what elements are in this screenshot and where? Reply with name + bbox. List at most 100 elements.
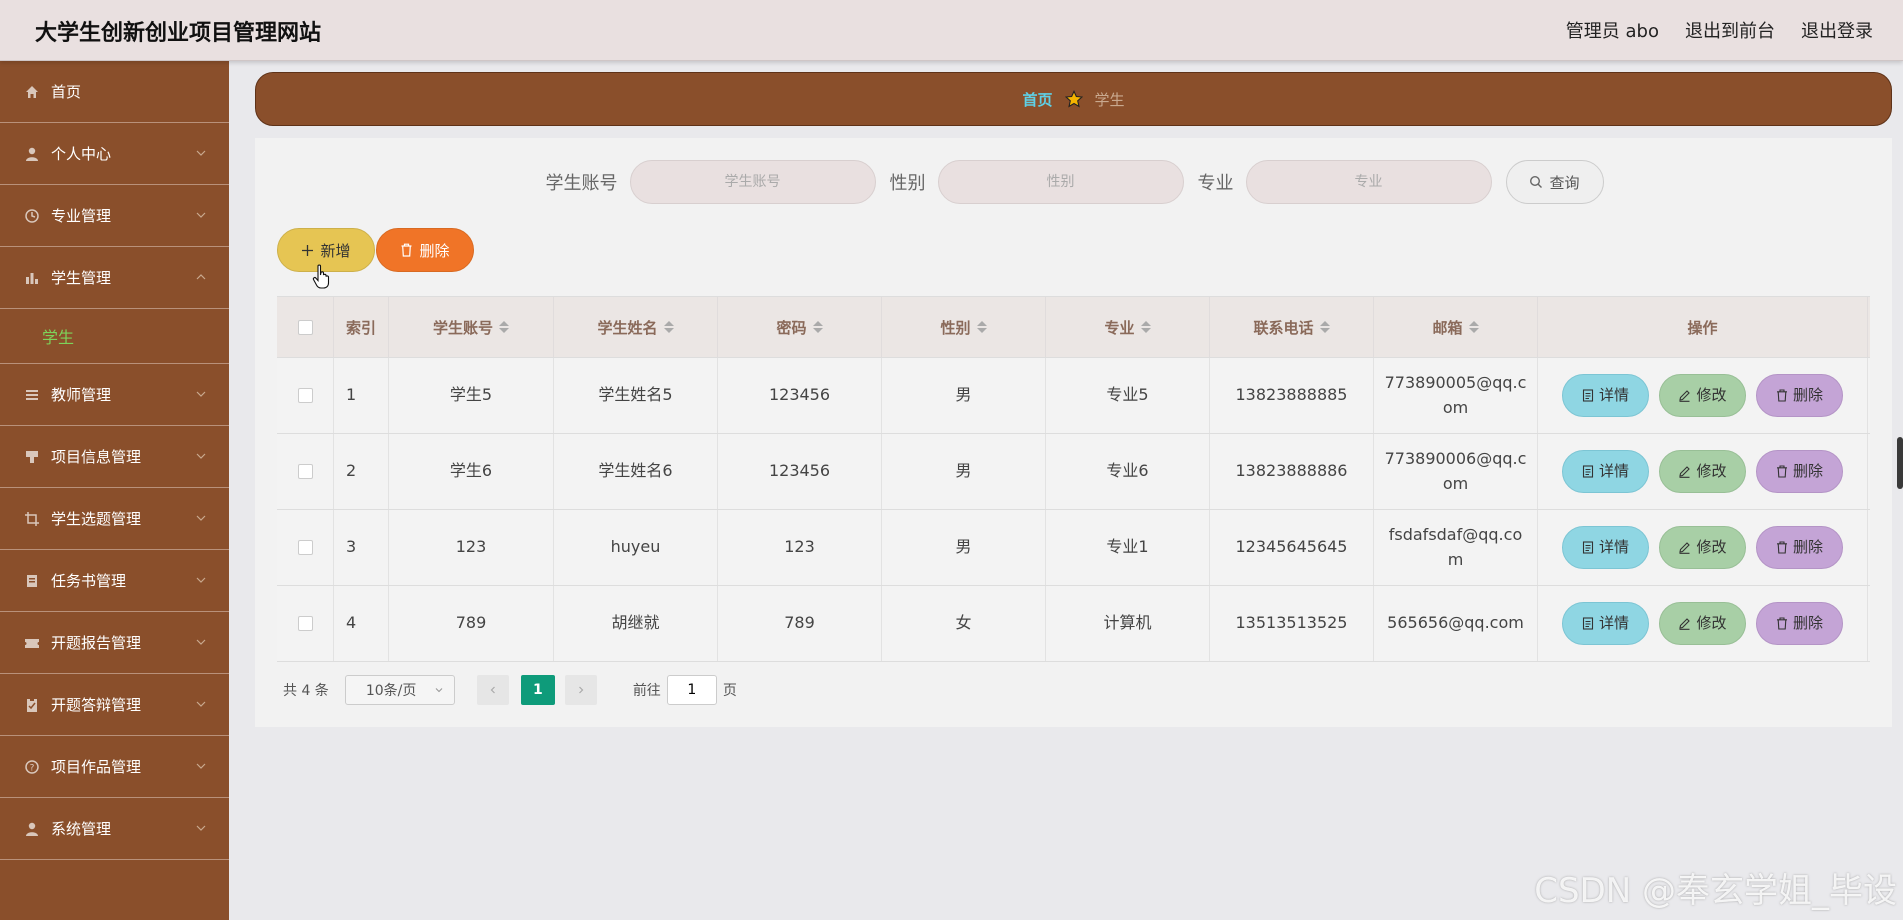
sort-icon[interactable] (1140, 321, 1151, 333)
plus-icon (302, 244, 314, 256)
page-size-select[interactable]: 10条/页 (344, 675, 455, 705)
col-header-email[interactable]: 邮箱 (1374, 297, 1538, 357)
detail-button[interactable]: 详情 (1562, 450, 1649, 493)
sidebar-item-major-management[interactable]: 专业管理 (0, 185, 229, 247)
edit-button[interactable]: 修改 (1659, 450, 1746, 493)
detail-button[interactable]: 详情 (1562, 526, 1649, 569)
sidebar-item-home[interactable]: 首页 (0, 61, 229, 123)
cell-password: 123456 (718, 358, 882, 433)
col-header-account[interactable]: 学生账号 (389, 297, 554, 357)
cell-index: 3 (334, 510, 389, 585)
select-all-cell (277, 297, 334, 357)
list-icon (24, 387, 40, 403)
search-button[interactable]: 查询 (1505, 160, 1604, 204)
prev-page-button[interactable] (476, 675, 509, 705)
col-header-major[interactable]: 专业 (1046, 297, 1210, 357)
sidebar-item-label: 学生管理 (51, 269, 112, 287)
row-checkbox[interactable] (297, 464, 313, 479)
cell-gender: 女 (882, 586, 1046, 661)
sidebar-item-student-management[interactable]: 学生管理 (0, 247, 229, 309)
sort-icon[interactable] (976, 321, 987, 333)
sidebar-item-label: 项目作品管理 (51, 758, 142, 776)
page-number-button[interactable]: 1 (520, 675, 555, 705)
col-header-gender[interactable]: 性别 (882, 297, 1046, 357)
detail-button[interactable]: 详情 (1562, 374, 1649, 417)
batch-delete-button[interactable]: 删除 (376, 228, 474, 272)
row-checkbox[interactable] (297, 540, 313, 555)
edit-button[interactable]: 修改 (1659, 374, 1746, 417)
row-delete-button[interactable]: 删除 (1756, 526, 1843, 569)
row-select-cell (277, 358, 334, 433)
goto-page-input[interactable] (666, 675, 717, 705)
search-bar: 学生账号 性别 专业 查询 (255, 160, 1892, 204)
edit-button[interactable]: 修改 (1659, 602, 1746, 645)
logout-link[interactable]: 退出登录 (1801, 17, 1873, 43)
trash-icon (1776, 465, 1787, 478)
search-major-input[interactable] (1245, 160, 1492, 204)
sidebar-item-label: 任务书管理 (51, 572, 127, 590)
row-delete-button-label: 删除 (1792, 461, 1823, 480)
sidebar-item-personal-center[interactable]: 个人中心 (0, 123, 229, 185)
cell-email: 773890006@qq.com (1374, 434, 1538, 509)
sort-icon[interactable] (812, 321, 823, 333)
col-header-name[interactable]: 学生姓名 (554, 297, 718, 357)
detail-button[interactable]: 详情 (1562, 602, 1649, 645)
help-circle-icon: ? (24, 759, 40, 775)
stamp-icon (24, 449, 40, 465)
sort-icon[interactable] (1319, 321, 1330, 333)
sidebar-item-proposal-defense-management[interactable]: 开题答辩管理 (0, 674, 229, 736)
chevron-up-icon (196, 274, 206, 280)
select-all-checkbox[interactable] (297, 319, 313, 335)
cell-name: 学生姓名6 (554, 434, 718, 509)
sort-icon[interactable] (1468, 321, 1479, 333)
col-header-phone[interactable]: 联系电话 (1210, 297, 1374, 357)
row-checkbox[interactable] (297, 388, 313, 403)
back-to-front-link[interactable]: 退出到前台 (1685, 17, 1775, 43)
col-header-password[interactable]: 密码 (718, 297, 882, 357)
sort-icon[interactable] (499, 321, 509, 333)
cell-account: 123 (389, 510, 554, 585)
sidebar-item-system-management[interactable]: 系统管理 (0, 798, 229, 860)
row-delete-button-label: 删除 (1792, 613, 1823, 632)
row-actions: 详情 修改 删除 (1562, 374, 1843, 417)
sort-icon[interactable] (663, 321, 674, 333)
cell-password: 123 (718, 510, 882, 585)
cell-gender: 男 (882, 358, 1046, 433)
sidebar-item-topic-selection-management[interactable]: 学生选题管理 (0, 488, 229, 550)
row-delete-button[interactable]: 删除 (1756, 602, 1843, 645)
chevron-down-icon (435, 688, 443, 693)
row-delete-button-label: 删除 (1792, 537, 1823, 556)
sidebar-item-task-book-management[interactable]: 任务书管理 (0, 550, 229, 612)
sidebar-item-project-info-management[interactable]: 项目信息管理 (0, 426, 229, 488)
search-account-input[interactable] (629, 160, 876, 204)
table-row: 4 789 胡继就 789 女 计算机 13513513525 565656@q… (277, 586, 1870, 662)
edit-button-label: 修改 (1696, 385, 1727, 404)
table-row: 1 学生5 学生姓名5 123456 男 专业5 13823888885 773… (277, 358, 1870, 434)
sidebar-item-project-works-management[interactable]: ? 项目作品管理 (0, 736, 229, 798)
row-checkbox[interactable] (297, 616, 313, 631)
row-actions: 详情 修改 删除 (1562, 450, 1843, 493)
row-actions: 详情 修改 删除 (1562, 602, 1843, 645)
home-icon (24, 84, 40, 100)
cell-email-text: 773890005@qq.com (1384, 372, 1527, 417)
sidebar-item-teacher-management[interactable]: 教师管理 (0, 364, 229, 426)
sidebar: 首页 个人中心 专业管理 学生管理 学生 教师管理 项目信息管理 学生选题管理 … (0, 61, 229, 920)
table-row: 2 学生6 学生姓名6 123456 男 专业6 13823888886 773… (277, 434, 1870, 510)
edit-button[interactable]: 修改 (1659, 526, 1746, 569)
next-page-button[interactable] (564, 675, 597, 705)
row-delete-button[interactable]: 删除 (1756, 450, 1843, 493)
sidebar-subitem-student[interactable]: 学生 (0, 309, 229, 364)
col-header-label: 学生账号 (432, 318, 493, 337)
cell-index: 4 (334, 586, 389, 661)
scrollbar-handle[interactable] (1897, 437, 1903, 489)
row-actions: 详情 修改 删除 (1562, 526, 1843, 569)
cell-email: 773890005@qq.com (1374, 358, 1538, 433)
book-icon (24, 573, 40, 589)
search-gender-input[interactable] (937, 160, 1184, 204)
breadcrumb-home-link[interactable]: 首页 (1022, 89, 1052, 110)
row-delete-button[interactable]: 删除 (1756, 374, 1843, 417)
sidebar-item-proposal-report-management[interactable]: 开题报告管理 (0, 612, 229, 674)
total-count: 共 4 条 (283, 683, 329, 699)
table-row: 3 123 huyeu 123 男 专业1 12345645645 fsdafs… (277, 510, 1870, 586)
document-icon (1582, 389, 1594, 402)
